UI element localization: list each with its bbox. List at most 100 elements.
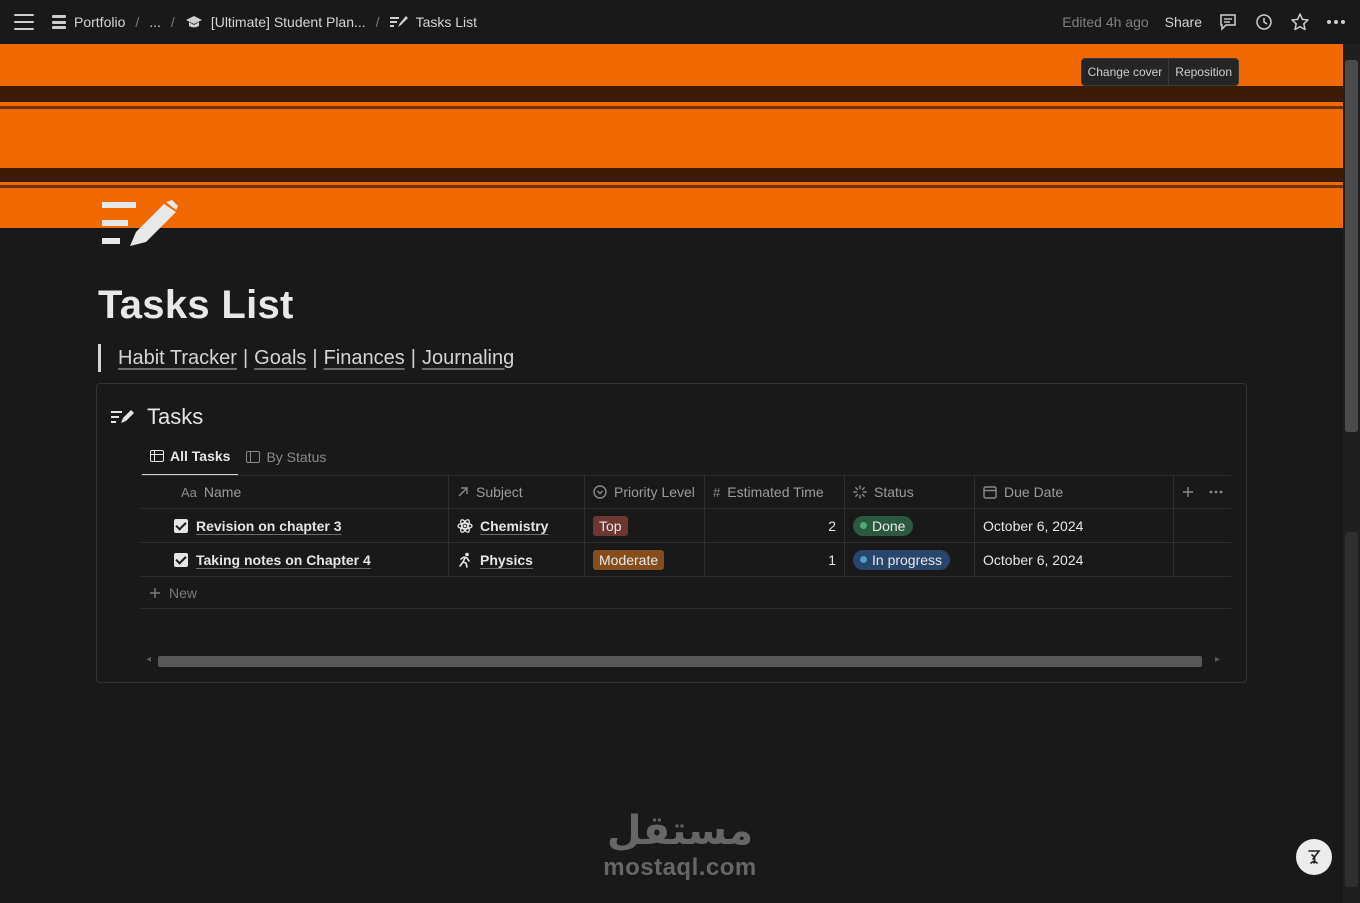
cover-stripe	[0, 86, 1343, 102]
table-row[interactable]: Taking notes on Chapter 4 Physics Modera…	[141, 543, 1231, 577]
more-icon[interactable]	[1209, 490, 1223, 494]
tasks-table: Aa Name Subject Priority Level # Estimat…	[141, 475, 1231, 609]
tab-all-tasks[interactable]: All Tasks	[142, 444, 239, 476]
breadcrumb-tasks-list[interactable]: Tasks List	[389, 14, 478, 30]
breadcrumb-label: Tasks List	[415, 14, 478, 30]
scroll-left-arrow-icon[interactable]: ◂	[146, 654, 151, 665]
tasks-icon[interactable]	[102, 200, 180, 250]
watermark-arabic: مستقل	[606, 808, 754, 854]
task-checkbox[interactable]	[174, 552, 188, 567]
comments-icon[interactable]	[1218, 12, 1238, 32]
top-bar: Portfolio / ... / [Ultimate] Student Pla…	[0, 0, 1360, 44]
status-label: Done	[872, 517, 906, 534]
vertical-scrollbar[interactable]	[1343, 44, 1360, 903]
breadcrumb-label: ...	[149, 14, 161, 30]
atom-icon	[457, 518, 473, 533]
number-property-icon: #	[713, 484, 721, 500]
watermark-logo: مستقل mostaql.com	[590, 808, 770, 882]
more-icon[interactable]	[1326, 12, 1346, 32]
subject-link[interactable]: Chemistry	[480, 518, 548, 534]
tasks-icon	[389, 16, 408, 27]
column-header-due-date[interactable]: Due Date	[975, 476, 1174, 508]
watermark-latin: mostaql.com	[603, 854, 757, 881]
empty-cell	[1174, 509, 1231, 542]
due-date-cell[interactable]: October 6, 2024	[975, 509, 1174, 542]
priority-cell[interactable]: Top	[585, 509, 705, 542]
cover-controls: Change cover Reposition	[1080, 58, 1239, 86]
page-title[interactable]: Tasks List	[98, 283, 294, 328]
star-icon[interactable]	[1290, 12, 1310, 32]
add-property-icon[interactable]	[1182, 486, 1194, 498]
share-button[interactable]: Share	[1165, 14, 1202, 30]
cover-stripe	[0, 168, 1343, 182]
habit-tracker-link[interactable]: Habit Tracker	[118, 347, 237, 370]
column-label: Status	[874, 484, 914, 500]
breadcrumb-portfolio[interactable]: Portfolio	[52, 14, 125, 30]
link-separator: |	[242, 346, 249, 369]
text-property-icon: Aa	[181, 484, 197, 500]
task-name[interactable]: Revision on chapter 3	[196, 518, 341, 534]
subject-cell[interactable]: Physics	[449, 543, 585, 576]
column-actions	[1174, 476, 1231, 508]
breadcrumb-student-planner[interactable]: [Ultimate] Student Plan...	[185, 14, 366, 30]
tab-label: All Tasks	[170, 448, 231, 464]
column-header-estimated-time[interactable]: # Estimated Time	[705, 476, 845, 508]
tab-by-status[interactable]: By Status	[238, 444, 334, 476]
empty-cell	[1174, 543, 1231, 576]
status-spinner-icon	[853, 485, 867, 499]
scroll-right-arrow-icon[interactable]: ▸	[1215, 654, 1220, 665]
plus-icon	[150, 587, 160, 598]
subject-link[interactable]: Physics	[480, 552, 533, 568]
breadcrumb-separator: /	[135, 14, 140, 30]
column-header-subject[interactable]: Subject	[449, 476, 585, 508]
status-dot	[860, 556, 867, 563]
link-separator: |	[410, 346, 416, 369]
help-button[interactable]	[1296, 839, 1332, 875]
priority-badge: Moderate	[593, 549, 665, 570]
menu-icon[interactable]	[14, 14, 34, 30]
help-icon	[1308, 850, 1321, 864]
breadcrumb-separator: /	[170, 14, 175, 30]
select-icon	[593, 485, 607, 499]
status-cell[interactable]: Done	[845, 509, 975, 542]
column-header-priority[interactable]: Priority Level	[585, 476, 705, 508]
column-label: Subject	[476, 484, 523, 500]
table-row[interactable]: Revision on chapter 3 Chemistry Top 2 Do…	[141, 509, 1231, 543]
scrollbar-thumb[interactable]	[1345, 60, 1358, 432]
view-tabs: All Tasks By Status	[142, 444, 334, 476]
status-cell[interactable]: In progress	[845, 543, 975, 576]
journaling-link[interactable]: Journaling	[422, 347, 514, 370]
priority-cell[interactable]: Moderate	[585, 543, 705, 576]
subject-cell[interactable]: Chemistry	[449, 509, 585, 542]
graduation-cap-icon	[185, 16, 202, 28]
breadcrumb-ellipsis[interactable]: ...	[149, 14, 161, 30]
estimated-time-cell[interactable]: 2	[705, 509, 845, 542]
task-checkbox[interactable]	[174, 518, 188, 533]
scrollbar-track	[1345, 532, 1358, 887]
database-title[interactable]: Tasks	[111, 404, 203, 430]
tasks-icon	[111, 410, 134, 423]
finances-link[interactable]: Finances	[324, 347, 405, 370]
reposition-button[interactable]: Reposition	[1168, 59, 1238, 85]
status-label: In progress	[872, 551, 943, 568]
column-header-name[interactable]: Aa Name	[141, 476, 449, 508]
scrollbar-thumb[interactable]	[158, 656, 1202, 667]
status-dot	[860, 522, 867, 529]
horizontal-scrollbar[interactable]: ◂ ▸	[146, 654, 1226, 668]
estimated-time-cell[interactable]: 1	[705, 543, 845, 576]
change-cover-button[interactable]: Change cover	[1082, 59, 1169, 85]
due-date-cell[interactable]: October 6, 2024	[975, 543, 1174, 576]
status-badge: Done	[853, 515, 914, 536]
new-row-button[interactable]: New	[141, 577, 1231, 609]
edited-timestamp: Edited 4h ago	[1062, 14, 1149, 30]
navigation-links-quote: Habit Tracker | Goals | Finances | Journ…	[98, 344, 514, 372]
page-icon	[52, 15, 66, 29]
task-name-cell[interactable]: Taking notes on Chapter 4	[141, 543, 449, 576]
clock-icon[interactable]	[1254, 12, 1274, 32]
database-title-label: Tasks	[147, 404, 204, 429]
task-name[interactable]: Taking notes on Chapter 4	[196, 552, 371, 568]
table-header-row: Aa Name Subject Priority Level # Estimat…	[141, 475, 1231, 509]
task-name-cell[interactable]: Revision on chapter 3	[141, 509, 449, 542]
column-header-status[interactable]: Status	[845, 476, 975, 508]
goals-link[interactable]: Goals	[254, 347, 306, 370]
